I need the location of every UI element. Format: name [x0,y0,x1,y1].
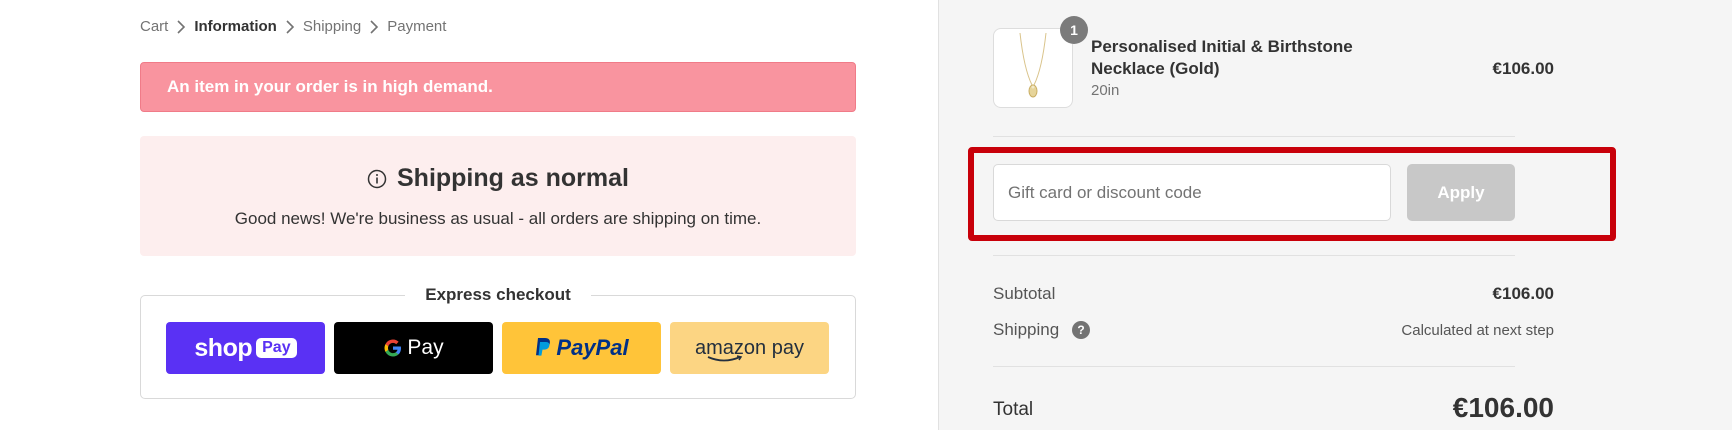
quantity-badge: 1 [1060,16,1088,44]
apply-discount-button[interactable]: Apply [1407,164,1515,221]
notice-text: Good news! We're business as usual - all… [234,209,762,228]
divider [993,255,1515,256]
product-thumbnail [993,28,1073,108]
total-label: Total [993,399,1034,420]
breadcrumb-cart[interactable]: Cart [140,18,168,35]
subtotal-value: €106.00 [1492,284,1554,303]
notice-title-text: Shipping as normal [397,164,629,192]
info-icon [367,169,387,188]
google-pay-button[interactable]: Pay [334,322,493,374]
express-checkout-label: Express checkout [405,285,591,304]
breadcrumb-shipping: Shipping [302,18,362,35]
discount-code-input[interactable] [993,164,1391,221]
order-summary: 1 Personalised Initial & Birthstone Neck… [938,0,1732,430]
chevron-right-icon [361,19,387,35]
shipping-notice: Shipping as normal Good news! We're busi… [140,136,856,256]
breadcrumb: Cart Information Shipping Payment [140,18,446,35]
shipping-value: Calculated at next step [1401,322,1554,339]
chevron-right-icon [277,19,303,35]
paypal-p-icon [536,338,551,356]
google-pay-label: Pay [407,336,444,359]
paypal-button[interactable]: PayPal [502,322,661,374]
google-g-icon [384,339,402,357]
product-price: €106.00 [1492,59,1554,78]
breadcrumb-payment: Payment [387,18,447,35]
breadcrumb-information: Information [194,18,277,35]
necklace-image [1019,32,1047,98]
divider [993,136,1515,137]
shop-pay-button[interactable]: shop Pay [166,322,325,374]
amazon-pay-button[interactable]: amazon pay [670,322,829,374]
chevron-right-icon [168,19,194,35]
question-mark-icon[interactable]: ? [1072,321,1090,339]
total-value: €106.00 [1452,392,1554,423]
amazon-smile-icon [707,355,743,362]
shipping-label: Shipping [993,320,1060,339]
subtotal-label: Subtotal [993,284,1056,303]
product-name: Personalised Initial & Birthstone Neckla… [1091,37,1353,78]
paypal-label: PayPal [556,335,629,360]
shop-pay-logo: shop Pay [194,334,297,363]
product-variant: 20in [1091,82,1120,99]
notice-title: Shipping as normal [140,164,856,193]
express-checkout: Express checkout shop Pay Pay PayPal ama… [140,285,856,399]
high-demand-alert: An item in your order is in high demand. [140,62,856,112]
checkout-main: Cart Information Shipping Payment An ite… [0,0,938,430]
divider [993,366,1515,367]
